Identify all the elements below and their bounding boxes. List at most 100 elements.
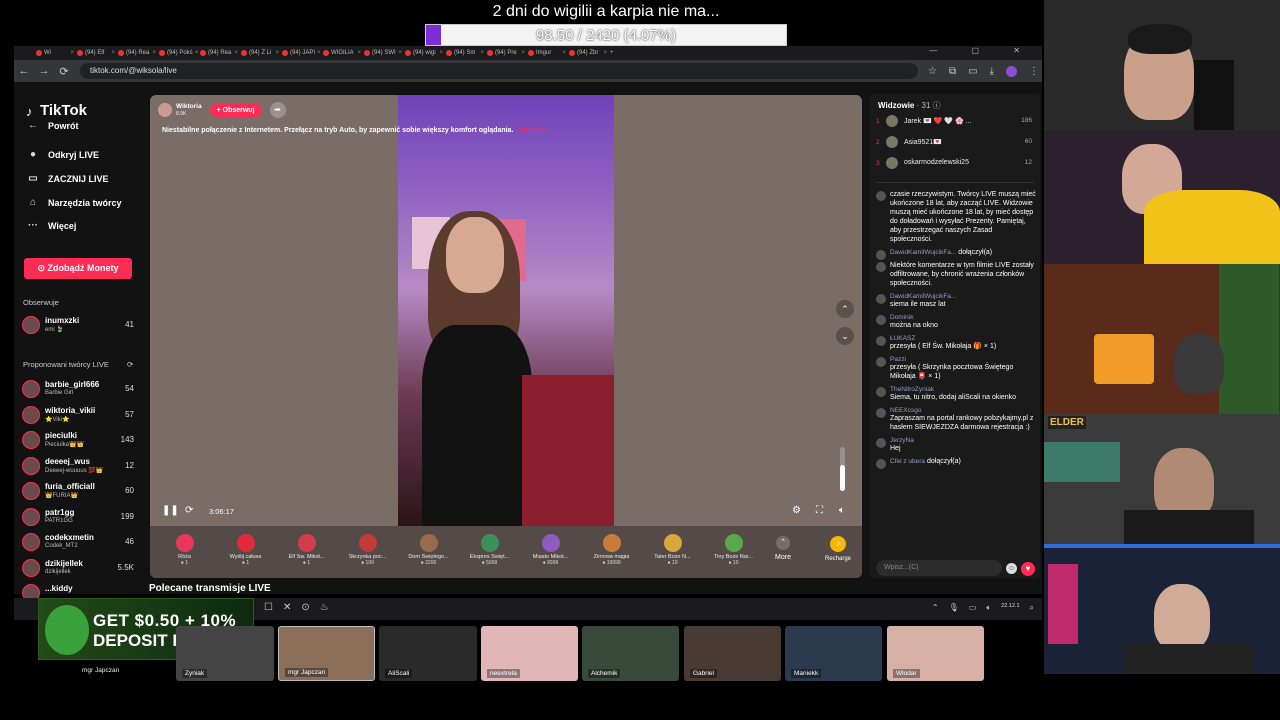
gift-item[interactable]: Elf Św. Mikoł... ● 1	[276, 526, 337, 578]
gift-item[interactable]: Wyślij całusa ● 1	[215, 526, 276, 578]
creator-row[interactable]: deeeej_wus Deeeej-wuuuus 💯👑 12	[22, 455, 138, 479]
settings-icon[interactable]: ⚙	[792, 505, 801, 516]
menu-icon[interactable]: ⋮	[1029, 66, 1039, 77]
top-viewer-row[interactable]: 1 Jarek 💌 ❤️ 🤍 🌸 ... 186	[876, 114, 1034, 132]
creator-row[interactable]: pieciulki Pieciulka👑👑 143	[22, 429, 138, 453]
gift-item[interactable]: Tater Boże N... ● 10	[642, 526, 703, 578]
chat-input[interactable]: Wpisz...(C)	[876, 560, 1002, 576]
sidebar-item[interactable]: ← Powrót	[26, 120, 79, 131]
back-icon[interactable]: ←	[14, 65, 34, 77]
more-gifts-button[interactable]: ⌃ More	[764, 526, 802, 578]
sidebar-item[interactable]: ⌂ Narzędzia twórcy	[26, 197, 122, 208]
creator-row[interactable]: patr1gg PATR1GG 199	[22, 506, 138, 530]
chat-username[interactable]: ŁUKASZ	[890, 335, 1036, 342]
browser-tab[interactable]: Imgur ×	[528, 47, 569, 59]
taskbar-app-icon[interactable]: ♨	[320, 602, 329, 613]
browser-tab[interactable]: (94) JAPI ×	[282, 47, 323, 59]
gift-item[interactable]: Miasto Mikoł... ● 9999	[520, 526, 581, 578]
creator-row[interactable]: furia_officiall 👑FURIA👑 60	[22, 480, 138, 504]
get-coins-button[interactable]: ⊙ Zdobądź Monety	[24, 258, 132, 279]
switch-quality-link[interactable]: przełącz	[519, 127, 545, 134]
chat-username[interactable]: NEEXcsgo	[890, 407, 1036, 414]
prev-live-icon[interactable]: ⌃	[836, 300, 854, 318]
browser-tab[interactable]: (94) Sm ×	[446, 47, 487, 59]
pause-icon[interactable]: ❚❚	[162, 505, 179, 516]
window-controls[interactable]: — ▢ ✕	[929, 46, 1036, 55]
creator-row[interactable]: wiktoria_vikii ⭐Viki⭐ 57	[22, 404, 138, 428]
search-icon[interactable]: ⌕	[1030, 603, 1034, 613]
chat-username[interactable]: DawidKamilWujcikFa...	[890, 249, 956, 256]
creator-row[interactable]: dzikijellek dzikijellek 5.5K	[22, 557, 138, 581]
star-icon[interactable]: ☆	[928, 66, 937, 77]
creator-row[interactable]: barbie_girl666 Barbie Girl 54	[22, 378, 138, 402]
sidebar-item[interactable]: ··· Więcej	[26, 220, 76, 231]
browser-tab[interactable]: (94) wigi ×	[405, 47, 446, 59]
gift-item[interactable]: Dom Świętego... ● 2200	[398, 526, 459, 578]
profile-avatar[interactable]	[1005, 65, 1017, 77]
new-tab-icon[interactable]: +	[610, 47, 651, 59]
gift-item[interactable]: Zimowa magia ● 19999	[581, 526, 642, 578]
gift-item[interactable]: Skrzynka poc... ● 199	[337, 526, 398, 578]
recharge-button[interactable]: ♪ Recharge	[814, 526, 862, 578]
taskbar-app-icon[interactable]: ✕	[283, 602, 291, 613]
sidebar-item[interactable]: ● Odkryj LIVE	[26, 149, 99, 160]
gift-item[interactable]: Róża ● 1	[154, 526, 215, 578]
forward-icon[interactable]: →	[34, 65, 54, 77]
participant-tile[interactable]: mgr Japczan	[278, 626, 375, 681]
share-icon[interactable]: ➦	[269, 102, 286, 118]
reload-icon[interactable]: ⟳	[54, 65, 74, 78]
info-icon[interactable]: ⓘ	[933, 101, 941, 110]
streamer-name[interactable]: Wiktoria	[176, 103, 202, 111]
participant-tile[interactable]: AliScali	[379, 626, 477, 681]
tray-chevron-icon[interactable]: ⌃	[932, 603, 939, 613]
chat-username[interactable]: TheNitroZyniak	[890, 386, 1036, 393]
browser-tab[interactable]: (94) Pre ×	[487, 47, 528, 59]
browser-tab[interactable]: (94) Zbr ×	[569, 47, 610, 59]
fullscreen-icon[interactable]: ⛶	[816, 505, 823, 516]
network-icon[interactable]: ▭	[969, 603, 977, 613]
live-player[interactable]: Wiktoria 8.9K + Obserwuj ➦ Niestabilne p…	[150, 95, 862, 578]
participant-tile[interactable]: Maniekk	[785, 626, 882, 681]
chat-username[interactable]: DawidKamilWujcikFa...	[890, 293, 1036, 300]
top-viewer-row[interactable]: 3 oskarmodzelewski25 12	[876, 156, 1034, 174]
next-live-icon[interactable]: ⌄	[836, 327, 854, 345]
cast-icon[interactable]: ▭	[968, 66, 977, 77]
chat-username[interactable]: JerzyNa	[890, 437, 1036, 444]
browser-tab[interactable]: (94) Z Li ×	[241, 47, 282, 59]
follow-button[interactable]: + Obserwuj	[209, 103, 262, 117]
taskbar-app-icon[interactable]: ☐	[264, 602, 273, 613]
volume-icon[interactable]: 🔈︎	[839, 505, 845, 516]
participant-tile[interactable]: Zyniak	[176, 626, 274, 681]
browser-tab[interactable]: (94) Elf ×	[77, 47, 118, 59]
refresh-stream-icon[interactable]: ⟳	[185, 505, 193, 516]
extensions-icon[interactable]: ⧉	[949, 66, 956, 77]
speaker-icon[interactable]: 🔈︎	[986, 603, 991, 613]
browser-tab[interactable]: (94) SWI ×	[364, 47, 405, 59]
gift-item[interactable]: Ekspres Święt... ● 5999	[459, 526, 520, 578]
streamer-avatar[interactable]	[158, 103, 172, 117]
top-viewer-row[interactable]: 2 Asia9521💌 60	[876, 135, 1034, 153]
creator-row[interactable]: codekxmetin Codek_MT2 46	[22, 531, 138, 555]
browser-tab[interactable]: (94) Rea ×	[200, 47, 241, 59]
url-input[interactable]: tiktok.com/@wiksola/live	[80, 63, 918, 79]
participant-tile[interactable]: Alchemik	[582, 626, 679, 681]
participant-tile[interactable]: Gabriel	[684, 626, 781, 681]
gift-item[interactable]: Tiny Boże Nar... ● 10	[703, 526, 764, 578]
browser-tab[interactable]: Wi ×	[36, 47, 77, 59]
chat-username[interactable]: Dominik	[890, 314, 1036, 321]
gift-heart-icon[interactable]: ♥	[1021, 562, 1035, 576]
participant-tile[interactable]: Włodar	[887, 626, 984, 681]
sidebar-item[interactable]: ▭ ZACZNIJ LIVE	[26, 173, 108, 184]
chat-username[interactable]: Pazzi	[890, 356, 1036, 363]
browser-tab[interactable]: (94) Pokś ×	[159, 47, 200, 59]
participant-tile[interactable]: neextrela	[481, 626, 578, 681]
mic-icon[interactable]: 🎙︎	[949, 603, 959, 613]
browser-tab[interactable]: WIGILIA ×	[323, 47, 364, 59]
chat-username[interactable]: Cfel z ubera	[890, 458, 925, 465]
browser-tab[interactable]: (94) Rea ×	[118, 47, 159, 59]
refresh-icon[interactable]: ⟳	[127, 360, 133, 369]
taskbar-app-icon[interactable]: ⊙	[301, 602, 309, 613]
tiktok-logo[interactable]: ♪ TikTok	[26, 102, 87, 119]
creator-row[interactable]: inumxzki emi 🍃 41	[22, 314, 138, 338]
download-icon[interactable]: ⤓	[990, 66, 994, 77]
